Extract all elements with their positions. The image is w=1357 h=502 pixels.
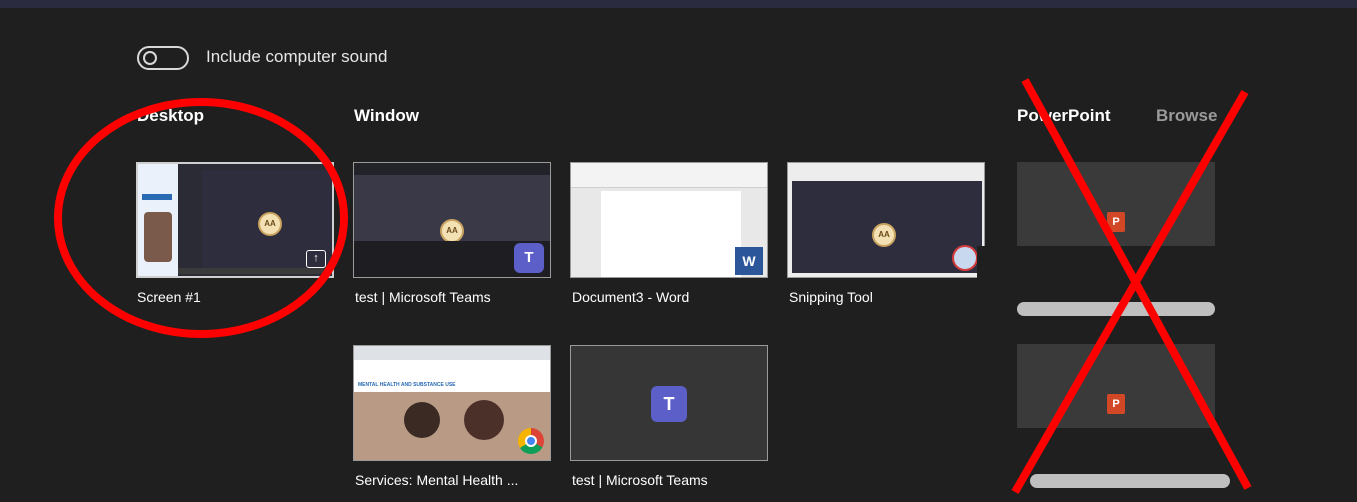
avatar: AA bbox=[440, 219, 464, 243]
chrome-tabbar bbox=[354, 346, 550, 360]
powerpoint-icon: P bbox=[1107, 394, 1125, 414]
screen-1-thumbnail[interactable]: AA ↑ bbox=[136, 162, 334, 278]
section-window: Window bbox=[354, 106, 419, 125]
window-caption-snipping: Snipping Tool bbox=[789, 289, 873, 305]
redacted-filename bbox=[1017, 302, 1215, 316]
browser-window-preview bbox=[138, 164, 178, 276]
window-caption-chrome: Services: Mental Health ... bbox=[355, 472, 519, 488]
snipping-tool-icon bbox=[952, 245, 978, 271]
page-heading: MENTAL HEALTH AND SUBSTANCE USE bbox=[358, 382, 456, 388]
window-thumbnail-snipping[interactable]: AA bbox=[787, 162, 985, 278]
computer-sound-label: Include computer sound bbox=[206, 47, 388, 66]
toggle-knob bbox=[143, 51, 157, 65]
taskbar-preview bbox=[178, 268, 332, 274]
window-caption-word: Document3 - Word bbox=[572, 289, 690, 305]
word-page bbox=[601, 191, 741, 277]
powerpoint-file-card[interactable]: P bbox=[1017, 162, 1215, 246]
window-caption-teams-2: test | Microsoft Teams bbox=[572, 472, 708, 488]
share-up-icon: ↑ bbox=[306, 250, 326, 268]
teams-icon: T bbox=[651, 386, 687, 422]
powerpoint-icon: P bbox=[1107, 212, 1125, 232]
window-thumbnail-chrome[interactable]: MENTAL HEALTH AND SUBSTANCE USE bbox=[353, 345, 551, 461]
window-thumbnail-teams[interactable]: AA T bbox=[353, 162, 551, 278]
teams-window-preview: AA ↑ bbox=[202, 170, 332, 270]
computer-sound-toggle[interactable] bbox=[137, 46, 189, 70]
chrome-icon bbox=[518, 428, 544, 454]
window-thumbnail-teams-2[interactable]: T bbox=[570, 345, 768, 461]
window-caption-teams: test | Microsoft Teams bbox=[355, 289, 491, 305]
redacted-filename bbox=[1030, 474, 1230, 488]
section-desktop: Desktop bbox=[137, 106, 205, 125]
top-bar bbox=[0, 0, 1357, 8]
redacted-area bbox=[977, 246, 1217, 286]
window-thumbnail-word[interactable]: W bbox=[570, 162, 768, 278]
avatar: AA bbox=[258, 212, 282, 236]
teams-icon: T bbox=[514, 243, 544, 273]
powerpoint-file-card[interactable]: P bbox=[1017, 344, 1215, 428]
avatar: AA bbox=[872, 223, 896, 247]
redacted-area bbox=[977, 428, 1217, 468]
tab-browse[interactable]: Browse bbox=[1156, 106, 1217, 126]
word-icon: W bbox=[735, 247, 763, 275]
word-ribbon bbox=[571, 163, 767, 188]
tab-powerpoint[interactable]: PowerPoint bbox=[1017, 106, 1111, 126]
screen-1-caption: Screen #1 bbox=[137, 289, 201, 305]
